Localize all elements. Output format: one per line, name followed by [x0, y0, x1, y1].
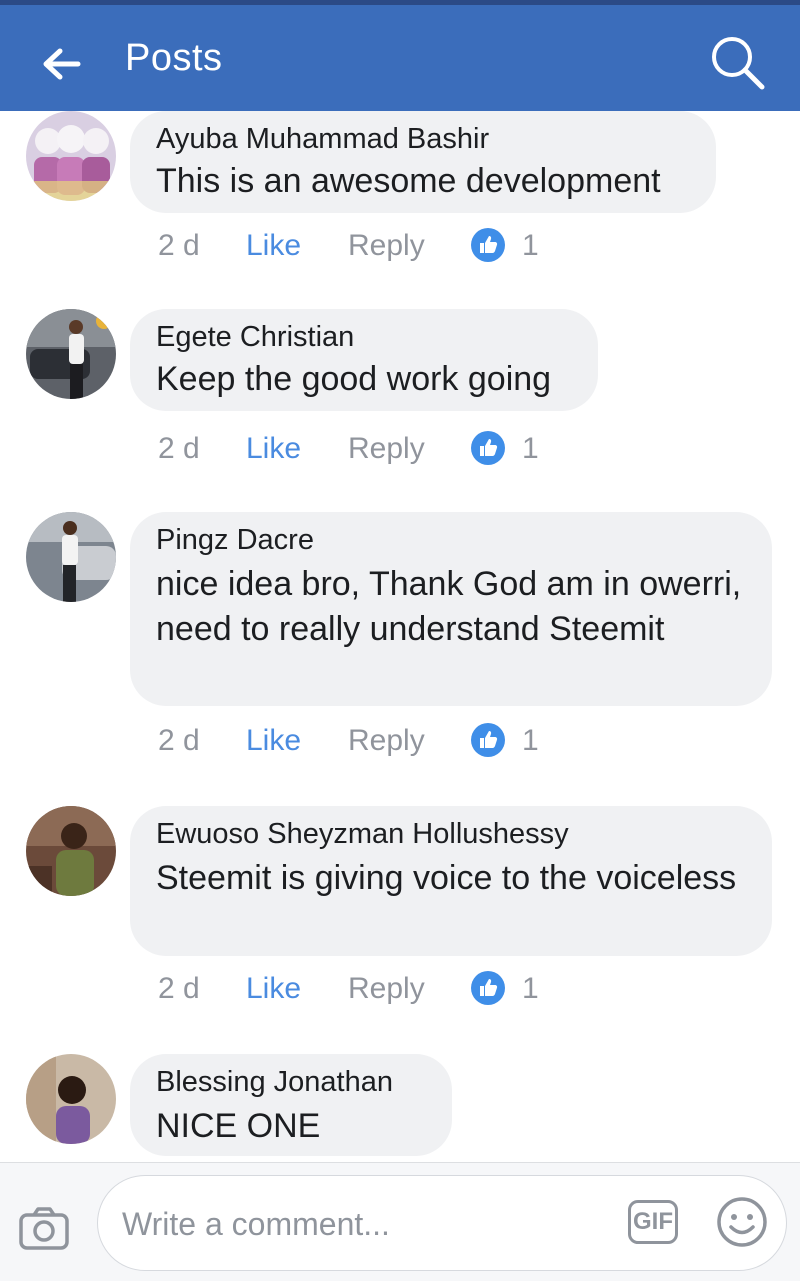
like-button[interactable]: Like	[246, 724, 301, 758]
like-reaction-icon[interactable]	[470, 430, 506, 466]
comment-input[interactable]: Write a comment... GIF	[97, 1175, 787, 1271]
like-count: 1	[522, 724, 539, 757]
like-button[interactable]: Like	[246, 229, 301, 263]
comment-text: This is an awesome development	[156, 162, 661, 200]
reply-button[interactable]: Reply	[348, 229, 425, 263]
comment-time: 2 d	[158, 229, 200, 262]
back-arrow-icon[interactable]	[40, 43, 82, 85]
comment-author[interactable]: Ewuoso Sheyzman Hollushessy	[156, 818, 569, 851]
avatar[interactable]	[26, 512, 116, 602]
comment-composer: Write a comment... GIF	[0, 1162, 800, 1281]
like-button[interactable]: Like	[246, 432, 301, 466]
like-reaction-icon[interactable]	[470, 227, 506, 263]
app-header: Posts	[0, 5, 800, 111]
comment-time: 2 d	[158, 972, 200, 1005]
search-icon[interactable]	[708, 33, 766, 91]
reply-button[interactable]: Reply	[348, 972, 425, 1006]
like-reaction-icon[interactable]	[470, 722, 506, 758]
comment-time: 2 d	[158, 724, 200, 757]
camera-icon[interactable]	[18, 1205, 70, 1251]
comment-text: Steemit is giving voice to the voiceless	[156, 859, 737, 897]
comment-time: 2 d	[158, 432, 200, 465]
comment-input-placeholder: Write a comment...	[122, 1206, 390, 1242]
reply-button[interactable]: Reply	[348, 724, 425, 758]
comment-bubble: Ewuoso Sheyzman Hollushessy Steemit is g…	[130, 806, 772, 956]
like-count: 1	[522, 229, 539, 262]
reply-button[interactable]: Reply	[348, 432, 425, 466]
comment-text: Keep the good work going	[156, 360, 552, 398]
like-count: 1	[522, 432, 539, 465]
gif-icon[interactable]: GIF	[628, 1200, 678, 1244]
comment-author[interactable]: Blessing Jonathan	[156, 1066, 393, 1099]
comment-text: NICE ONE	[156, 1107, 321, 1145]
comment-bubble: Pingz Dacre nice idea bro, Thank God am …	[130, 512, 772, 706]
emoji-icon[interactable]	[716, 1196, 768, 1248]
avatar[interactable]	[26, 309, 116, 399]
like-button[interactable]: Like	[246, 972, 301, 1006]
comment-author[interactable]: Egete Christian	[156, 321, 354, 354]
avatar[interactable]	[26, 111, 116, 201]
comment-bubble: Blessing Jonathan NICE ONE	[130, 1054, 452, 1156]
like-count: 1	[522, 972, 539, 1005]
comment-bubble: Ayuba Muhammad Bashir This is an awesome…	[130, 111, 716, 213]
comment-author[interactable]: Ayuba Muhammad Bashir	[156, 123, 489, 156]
comment-author[interactable]: Pingz Dacre	[156, 524, 314, 557]
avatar[interactable]	[26, 1054, 116, 1144]
avatar[interactable]	[26, 806, 116, 896]
like-reaction-icon[interactable]	[470, 970, 506, 1006]
comment-text: nice idea bro, Thank God am in owerri, n…	[156, 565, 742, 648]
page-title: Posts	[125, 37, 223, 79]
comment-bubble: Egete Christian Keep the good work going	[130, 309, 598, 411]
